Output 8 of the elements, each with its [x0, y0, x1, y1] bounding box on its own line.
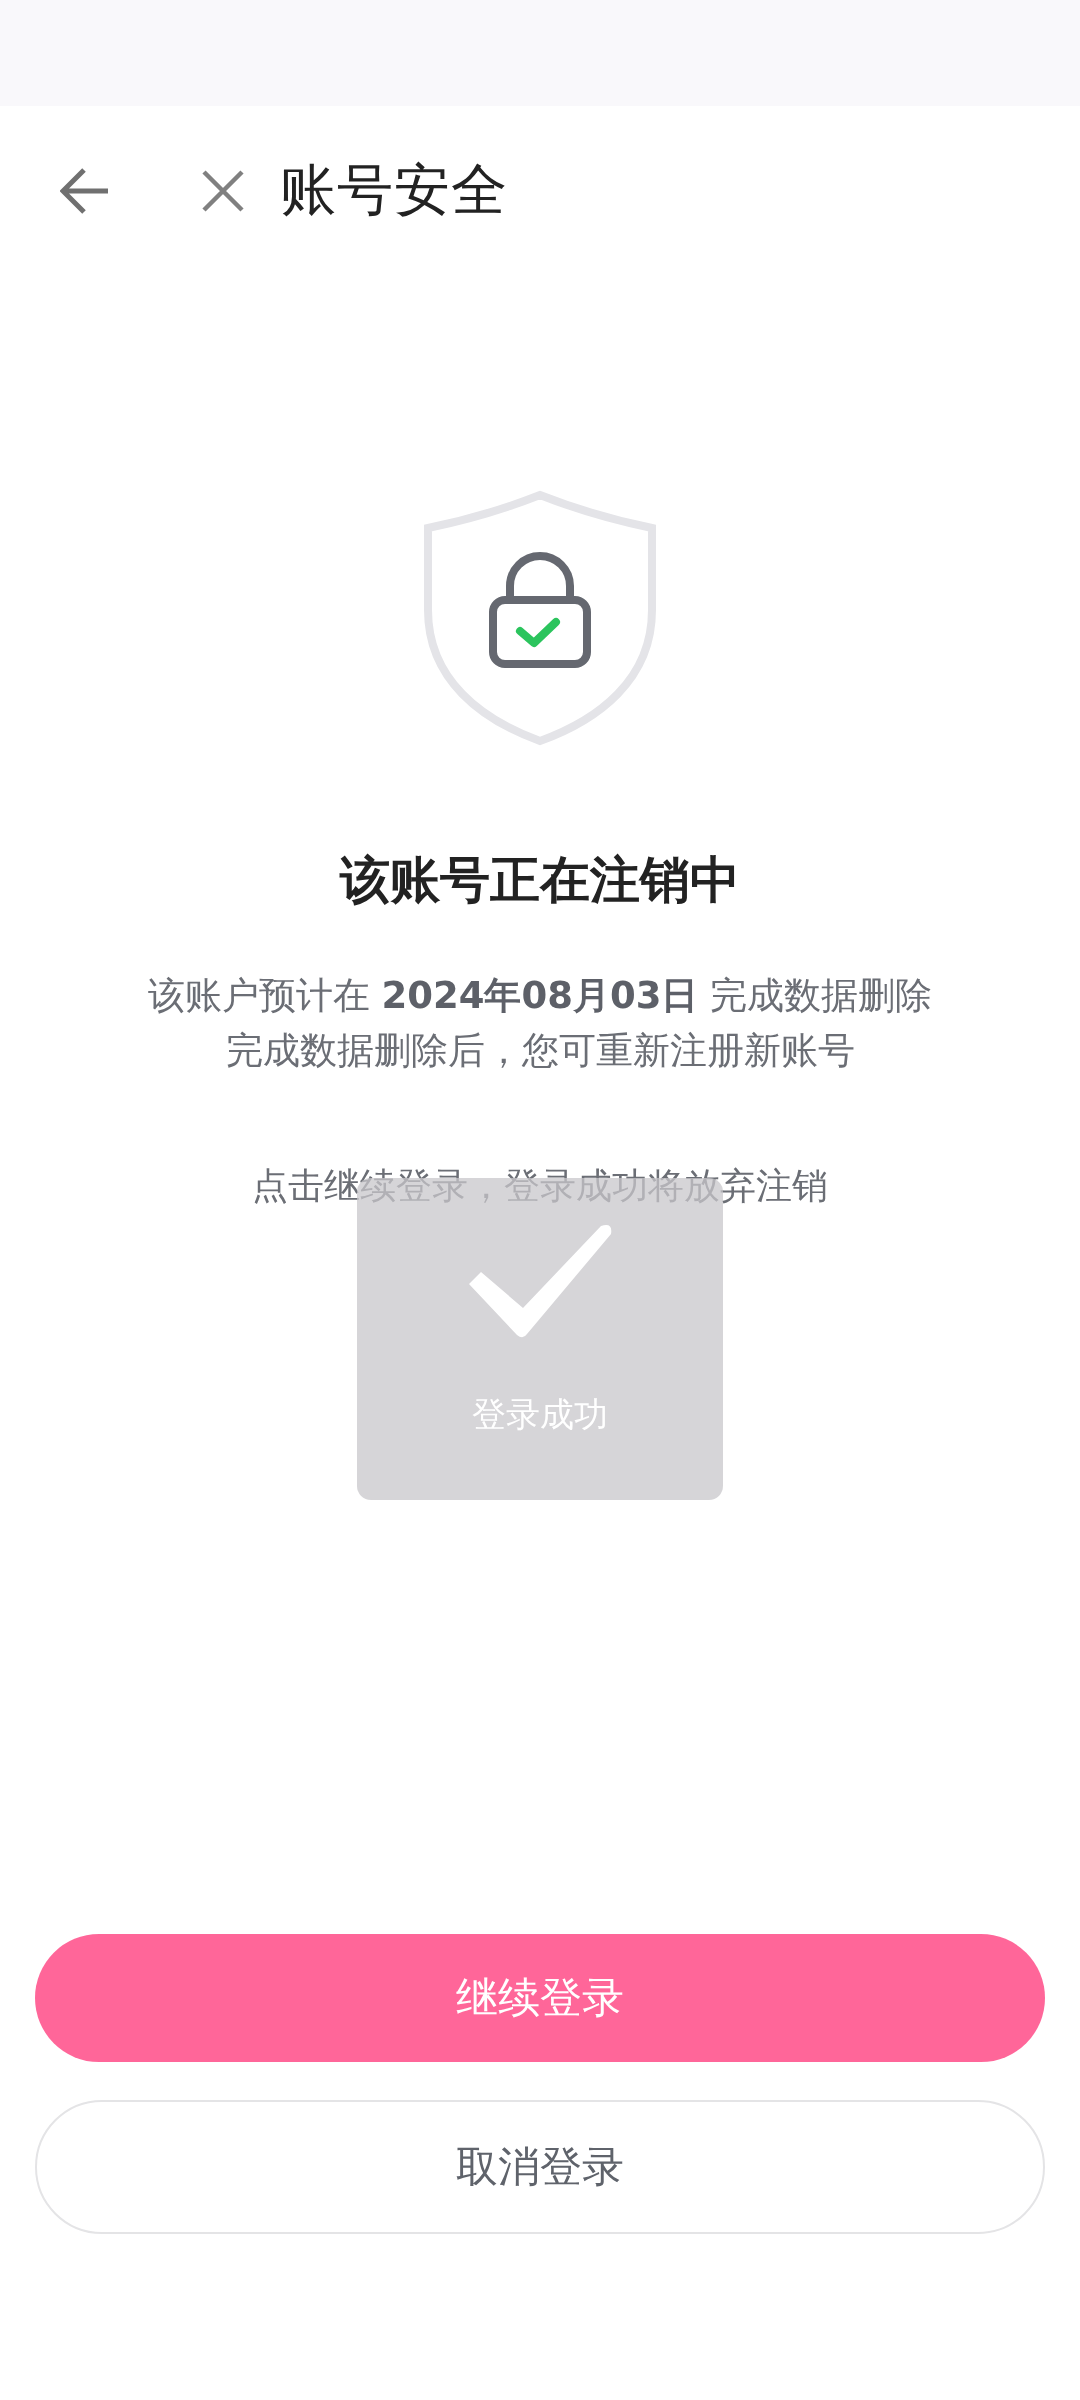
page-title: 账号安全 [280, 156, 508, 224]
back-icon [60, 167, 110, 215]
info-text: 该账户预计在 2024年08月03日 完成数据删除 完成数据删除后，您可重新注册新账号 [146, 973, 934, 1074]
shield-lock-icon [422, 490, 658, 746]
status-heading: 该账号正在注销中 [338, 850, 741, 911]
cancel-login-button[interactable]: 取消登录 [35, 2100, 1045, 2234]
hint-text: 点击继续登录，登录成功将放弃注销 [251, 1164, 829, 1208]
close-icon [201, 169, 245, 213]
